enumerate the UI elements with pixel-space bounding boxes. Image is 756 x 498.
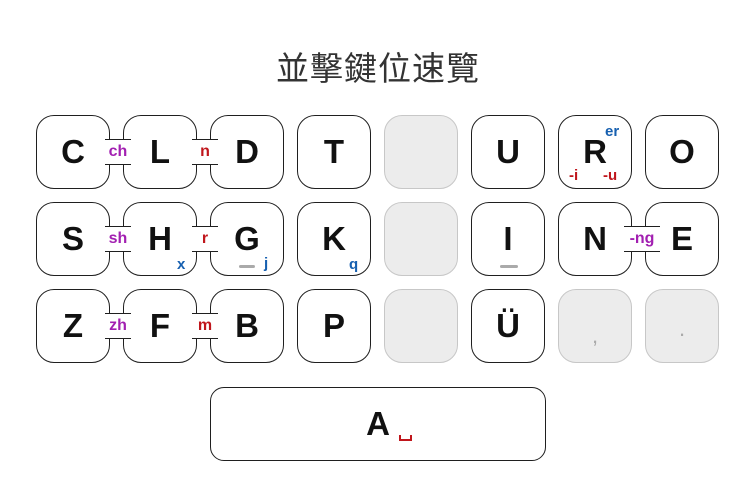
key-label: , <box>591 323 599 348</box>
key-o[interactable]: O <box>645 115 719 189</box>
key-u-umlaut[interactable]: Ü <box>471 289 545 363</box>
key-k[interactable]: K q <box>297 202 371 276</box>
key-d[interactable]: D <box>210 115 284 189</box>
key-i[interactable]: I <box>471 202 545 276</box>
key-g-underline <box>239 265 255 268</box>
combo-n: n <box>192 139 218 165</box>
key-empty[interactable] <box>384 289 458 363</box>
key-label: S <box>61 220 84 257</box>
page-title: 並擊鍵位速覽 <box>276 49 480 88</box>
key-t[interactable]: T <box>297 115 371 189</box>
key-g-j-label: j <box>264 255 269 272</box>
combo-zh: zh <box>105 313 131 339</box>
key-u[interactable]: U <box>471 115 545 189</box>
key-h-x-label: x <box>177 256 186 273</box>
key-empty[interactable] <box>384 202 458 276</box>
key-a-space[interactable]: A <box>210 387 546 461</box>
combo-ng: -ng <box>624 226 660 252</box>
key-empty[interactable] <box>384 115 458 189</box>
key-label: O <box>669 133 695 170</box>
key-label: N <box>583 220 607 257</box>
key-label: . <box>678 316 686 341</box>
combo-ch: ch <box>105 139 131 165</box>
key-f[interactable]: F <box>123 289 197 363</box>
key-n[interactable]: N <box>558 202 632 276</box>
key-label: A <box>366 405 390 442</box>
key-label: Ü <box>496 307 520 344</box>
combo-sh: sh <box>105 226 131 252</box>
key-g[interactable]: G j <box>210 202 284 276</box>
key-label: Z <box>62 307 84 344</box>
key-period[interactable]: . <box>645 289 719 363</box>
key-r-er-label: er <box>605 123 620 140</box>
key-label: T <box>323 133 345 170</box>
key-c[interactable]: C <box>36 115 110 189</box>
key-r-u-label: -u <box>603 167 618 184</box>
key-label: C <box>61 133 85 170</box>
key-label: U <box>496 133 520 170</box>
key-label: K <box>322 220 346 257</box>
key-l[interactable]: L <box>123 115 197 189</box>
key-label: L <box>149 133 171 170</box>
key-z[interactable]: Z <box>36 289 110 363</box>
key-r-i-label: -i <box>569 167 579 184</box>
key-r[interactable]: R er -i -u <box>558 115 632 189</box>
key-comma[interactable]: , <box>558 289 632 363</box>
key-b[interactable]: B <box>210 289 284 363</box>
combo-r: r <box>192 226 218 252</box>
key-k-q-label: q <box>349 256 359 273</box>
key-h[interactable]: H x <box>123 202 197 276</box>
space-icon <box>399 435 412 441</box>
key-label: B <box>235 307 259 344</box>
key-i-underline <box>500 265 518 268</box>
key-s[interactable]: S <box>36 202 110 276</box>
key-label: P <box>322 307 345 344</box>
combo-m: m <box>192 313 218 339</box>
key-p[interactable]: P <box>297 289 371 363</box>
key-label: F <box>149 307 171 344</box>
key-label: D <box>235 133 259 170</box>
